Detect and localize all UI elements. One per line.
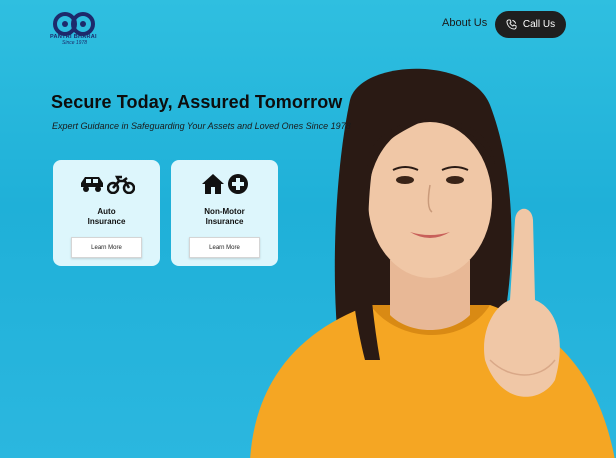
- call-us-button[interactable]: Call Us: [495, 11, 566, 38]
- car-icon: [80, 177, 103, 192]
- hero-subtitle: Expert Guidance in Safeguarding Your Ass…: [52, 121, 351, 131]
- phone-icon: [506, 19, 517, 30]
- auto-insurance-card[interactable]: Auto Insurance Learn More: [53, 160, 160, 266]
- non-motor-learn-more-button[interactable]: Learn More: [189, 237, 260, 258]
- medical-cross-icon: [227, 174, 248, 194]
- house-icon: [201, 174, 224, 194]
- landing-page: PANTRI BHARAI Since 1978 About Us Call U…: [0, 0, 616, 458]
- call-us-label: Call Us: [522, 19, 556, 30]
- card-title: Non-Motor Insurance: [204, 207, 245, 226]
- card-title: Auto Insurance: [87, 207, 126, 226]
- card-icons: [79, 172, 135, 196]
- hero-person-image: [250, 68, 615, 458]
- logo-tagline: Since 1978: [62, 40, 88, 46]
- hero-title: Secure Today, Assured Tomorrow: [51, 92, 343, 112]
- motorcycle-icon: [106, 175, 135, 194]
- card-icons: [201, 172, 249, 196]
- auto-learn-more-button[interactable]: Learn More: [71, 237, 142, 258]
- non-motor-insurance-card[interactable]: Non-Motor Insurance Learn More: [171, 160, 278, 266]
- nav-about-link[interactable]: About Us: [442, 17, 487, 29]
